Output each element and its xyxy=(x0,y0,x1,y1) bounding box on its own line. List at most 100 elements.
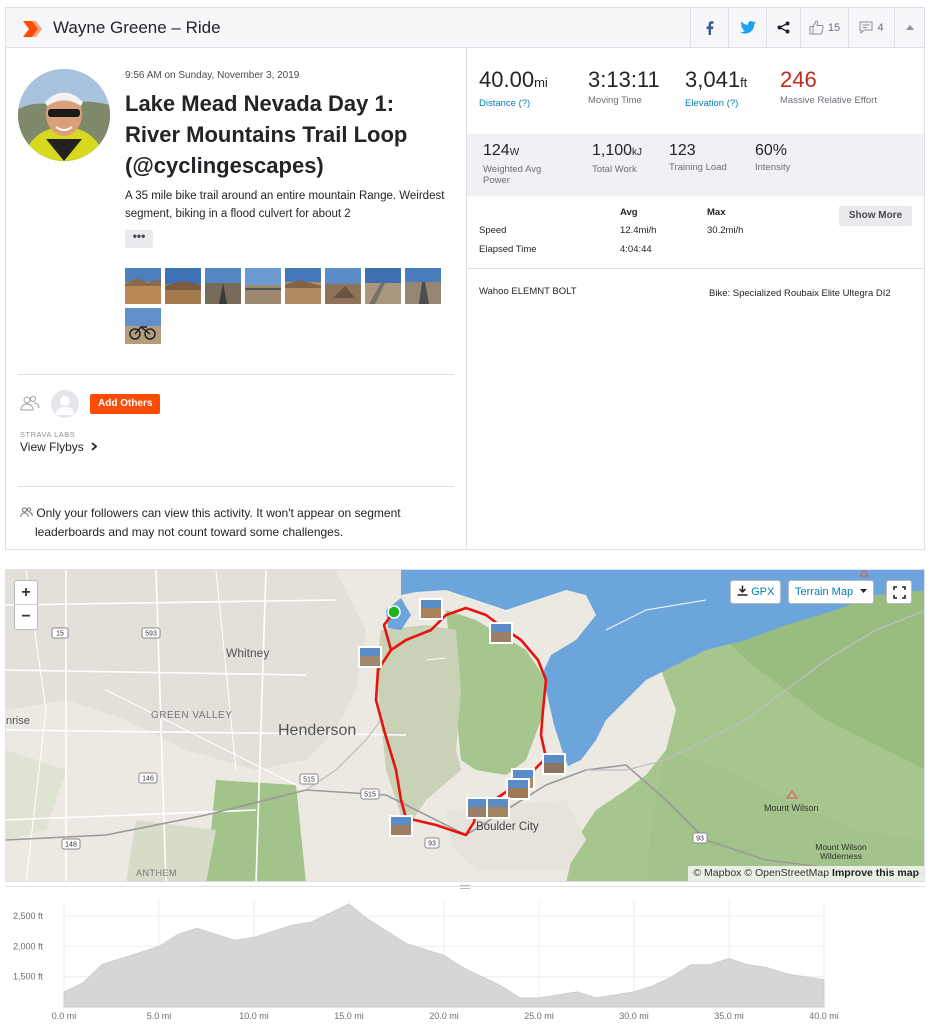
caret-up-icon xyxy=(905,25,914,30)
activity-header: Wayne Greene – Ride 15 4 xyxy=(6,8,924,48)
divider xyxy=(18,486,454,487)
bike-name: Bike: Specialized Roubaix Elite Ultegra … xyxy=(709,288,891,299)
activity-description: A 35 mile bike trail around an entire mo… xyxy=(125,190,445,220)
stat-training-load: 123 Training Load xyxy=(669,142,727,173)
activity-photo[interactable] xyxy=(205,268,241,304)
x-tick-label: 35.0 mi xyxy=(714,1011,744,1021)
activity-photo[interactable] xyxy=(285,268,321,304)
fullscreen-button[interactable] xyxy=(886,580,912,604)
stat-weighted-power: 124W Weighted Avg Power xyxy=(483,142,568,186)
x-tick-label: 15.0 mi xyxy=(334,1011,364,1021)
share-button[interactable] xyxy=(766,8,800,47)
moving-time-value: 3:13:11 xyxy=(588,67,660,92)
zoom-out-button[interactable]: − xyxy=(15,605,37,629)
x-tick-label: 0.0 mi xyxy=(52,1011,77,1021)
route-shield: 93 xyxy=(428,841,436,848)
total-work-value: 1,100 xyxy=(592,142,633,159)
expand-description-button[interactable]: ••• xyxy=(125,230,153,248)
athlete-avatar[interactable] xyxy=(18,69,110,161)
map-photo-marker xyxy=(489,622,513,644)
gpx-download-button[interactable]: GPX xyxy=(730,580,782,604)
speed-avg: 12.4mi/h xyxy=(620,225,657,236)
share-twitter-button[interactable] xyxy=(728,8,766,47)
chevron-right-icon xyxy=(91,442,98,451)
y-tick-label: 2,000 ft xyxy=(13,941,44,951)
improve-map-link[interactable]: Improve this map xyxy=(832,867,919,879)
activity-photo[interactable] xyxy=(125,308,161,344)
route-shield: 15 xyxy=(56,631,64,638)
x-tick-label: 30.0 mi xyxy=(619,1011,649,1021)
zoom-in-button[interactable]: + xyxy=(15,581,37,605)
view-flybys-label: View Flybys xyxy=(20,440,84,454)
privacy-line-2: leaderboards and may not count toward so… xyxy=(35,525,344,539)
fullscreen-icon xyxy=(892,586,906,599)
anonymous-avatar xyxy=(51,390,79,418)
training-load-label: Training Load xyxy=(669,162,727,173)
route-shield: 148 xyxy=(65,842,77,849)
divider xyxy=(18,374,454,375)
group-icon xyxy=(20,395,40,411)
weighted-power-value: 124 xyxy=(483,142,510,159)
elevation-chart: 2,500 ft 2,000 ft 1,500 ft 0.0 mi 5.0 mi 10.0… xyxy=(13,901,839,1021)
power-stats: 124W Weighted Avg Power 1,100kJ Total Wo… xyxy=(467,134,924,196)
distance-unit: mi xyxy=(534,75,548,90)
y-tick-label: 1,500 ft xyxy=(13,972,44,982)
place-mount-wilson: Mount Wilson xyxy=(764,803,819,813)
view-flybys-link[interactable]: View Flybys xyxy=(20,440,98,454)
y-tick-label: 2,500 ft xyxy=(13,911,44,921)
kudos-button[interactable]: 15 xyxy=(800,8,848,47)
elapsed-time-label: Elapsed Time xyxy=(479,244,537,255)
map-canvas: 15 593 146 515 515 148 93 93 xyxy=(6,570,924,881)
activity-card: Wayne Greene – Ride 15 4 9:56 AM on Sund… xyxy=(5,7,925,550)
add-others-button[interactable]: Add Others xyxy=(90,394,161,414)
x-tick-label: 40.0 mi xyxy=(809,1011,839,1021)
x-tick-label: 5.0 mi xyxy=(147,1011,172,1021)
map-photo-marker xyxy=(419,598,443,620)
activity-timestamp: 9:56 AM on Sunday, November 3, 2019 xyxy=(125,70,300,81)
comments-button[interactable]: 4 xyxy=(848,8,894,47)
activity-photo[interactable] xyxy=(245,268,281,304)
place-green-valley: GREEN VALLEY xyxy=(151,710,233,721)
route-shield: 593 xyxy=(145,631,157,638)
distance-label[interactable]: Distance (?) xyxy=(479,98,548,109)
x-tick-label: 20.0 mi xyxy=(429,1011,459,1021)
weighted-power-unit: W xyxy=(509,147,520,158)
activity-owner-title: Wayne Greene – Ride xyxy=(53,18,221,37)
activity-photo[interactable] xyxy=(365,268,401,304)
stat-relative-effort[interactable]: 246 Massive Relative Effort xyxy=(780,68,880,107)
comment-count: 4 xyxy=(877,21,884,34)
share-facebook-button[interactable] xyxy=(690,8,728,47)
route-map[interactable]: 15 593 146 515 515 148 93 93 Whitney GRE… xyxy=(5,569,925,882)
map-type-dropdown[interactable]: Terrain Map xyxy=(788,580,875,604)
route-shield: 146 xyxy=(142,776,154,783)
map-photo-marker xyxy=(358,646,382,668)
thumbs-up-icon xyxy=(809,20,824,35)
show-more-button[interactable]: Show More xyxy=(839,206,912,226)
elevation-profile[interactable]: 2,500 ft 2,000 ft 1,500 ft 0.0 mi 5.0 mi 10.0… xyxy=(5,885,925,1022)
stat-total-work: 1,100kJ Total Work xyxy=(592,142,642,175)
activity-photo[interactable] xyxy=(405,268,441,304)
distance-value: 40.00 xyxy=(479,67,535,92)
resize-handle[interactable] xyxy=(460,885,470,889)
training-load-value: 123 xyxy=(669,142,696,159)
map-photo-marker xyxy=(542,753,566,775)
place-anthem: ANTHEM xyxy=(136,868,177,878)
activity-photo[interactable] xyxy=(325,268,361,304)
x-tick-label: 10.0 mi xyxy=(239,1011,269,1021)
strava-chevron-icon xyxy=(23,21,42,37)
followers-icon xyxy=(20,507,33,518)
collapse-button[interactable] xyxy=(894,8,924,47)
activity-photo[interactable] xyxy=(165,268,201,304)
column-max-header: Max xyxy=(707,207,726,218)
column-avg-header: Avg xyxy=(620,207,638,218)
elapsed-time-value: 4:04:44 xyxy=(620,244,652,255)
stat-elevation: 3,041ft Elevation (?) xyxy=(685,68,747,110)
attribution-text[interactable]: © Mapbox © OpenStreetMap xyxy=(693,867,829,879)
activity-title: Lake Mead Nevada Day 1: River Mountains … xyxy=(125,91,408,178)
zoom-control: + − xyxy=(14,580,38,630)
elevation-label[interactable]: Elevation (?) xyxy=(685,98,747,109)
place-boulder-city: Boulder City xyxy=(476,821,539,833)
total-work-unit: kJ xyxy=(632,147,643,158)
x-tick-label: 25.0 mi xyxy=(524,1011,554,1021)
activity-photo[interactable] xyxy=(125,268,161,304)
